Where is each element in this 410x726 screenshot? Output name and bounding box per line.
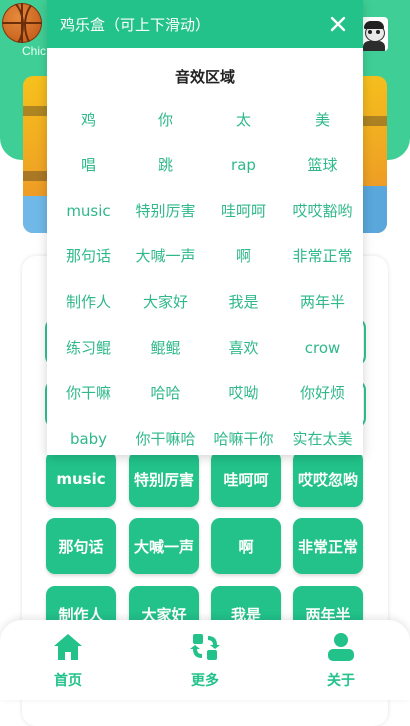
sound-item[interactable]: baby [49,426,128,452]
modal-title: 鸡乐盒（可上下滑动） [60,16,211,34]
grid-sound-button[interactable]: 大喊一声 [129,518,199,574]
sound-item[interactable]: 实在太美 [283,426,362,452]
sound-item[interactable]: 你 [126,107,205,133]
sound-item[interactable]: 特别厉害 [126,198,205,224]
sound-item[interactable]: 哎哎豁哟 [283,198,362,224]
sound-item[interactable]: 大喊一声 [126,243,205,269]
section-title: 音效区域 [174,68,235,86]
sound-item[interactable]: 鲲鲲 [126,335,205,361]
sound-item[interactable]: 哈嘛干你 [204,426,283,452]
sound-item[interactable]: music [49,198,128,224]
character-avatar-icon[interactable] [360,17,388,51]
sound-item[interactable]: 美 [283,107,362,133]
sound-item[interactable]: 哈哈 [126,380,205,406]
sound-item[interactable]: 你干嘛哈 [126,426,205,452]
close-icon[interactable] [327,13,349,35]
bottom-navigation: 首页 更多 关于 [0,620,410,700]
sound-item[interactable]: 哎呦 [204,380,283,406]
nav-label-more: 更多 [191,673,219,689]
sound-item[interactable]: 你好烦 [283,380,362,406]
sound-item[interactable]: 大家好 [126,289,205,315]
nav-item-home[interactable]: 首页 [28,620,108,700]
swap-icon [189,632,221,662]
modal-header: 鸡乐盒（可上下滑动） [47,0,363,48]
grid-sound-button[interactable]: 非常正常 [293,518,363,574]
sound-item[interactable]: 你干嘛 [49,380,128,406]
app-name-label: Chic [22,44,47,58]
grid-sound-button[interactable]: 特别厉害 [129,451,199,507]
grid-sound-button[interactable]: 哇呵呵 [211,451,281,507]
sound-item[interactable]: 非常正常 [283,243,362,269]
sound-item[interactable]: 跳 [126,152,205,178]
sound-item[interactable]: 太 [204,107,283,133]
home-icon [52,632,84,662]
sound-item[interactable]: crow [283,335,362,361]
nav-item-more[interactable]: 更多 [165,620,245,700]
sound-item[interactable]: 那句话 [49,243,128,269]
sound-item[interactable]: 练习鲲 [49,335,128,361]
sound-item[interactable]: 制作人 [49,289,128,315]
sound-item[interactable]: 两年半 [283,289,362,315]
sound-box-modal: 鸡乐盒（可上下滑动） 音效区域 鸡 你 太 美 唱 跳 rap 篮球 music… [47,0,363,455]
sound-item[interactable]: 喜欢 [204,335,283,361]
sound-item[interactable]: 我是 [204,289,283,315]
grid-sound-button[interactable]: 哎哎忽哟 [293,451,363,507]
sound-item[interactable]: 唱 [49,152,128,178]
nav-label-about: 关于 [327,673,355,689]
nav-label-home: 首页 [54,673,82,689]
sound-item[interactable]: rap [204,152,283,178]
person-icon [325,632,357,662]
basketball-avatar-icon[interactable] [2,3,42,43]
sound-item[interactable]: 哇呵呵 [204,198,283,224]
grid-sound-button[interactable]: 那句话 [46,518,116,574]
sound-item[interactable]: 啊 [204,243,283,269]
nav-item-about[interactable]: 关于 [301,620,381,700]
grid-sound-button[interactable]: 啊 [211,518,281,574]
sound-item[interactable]: 鸡 [49,107,128,133]
sound-item[interactable]: 篮球 [283,152,362,178]
grid-sound-button[interactable]: music [46,451,116,507]
